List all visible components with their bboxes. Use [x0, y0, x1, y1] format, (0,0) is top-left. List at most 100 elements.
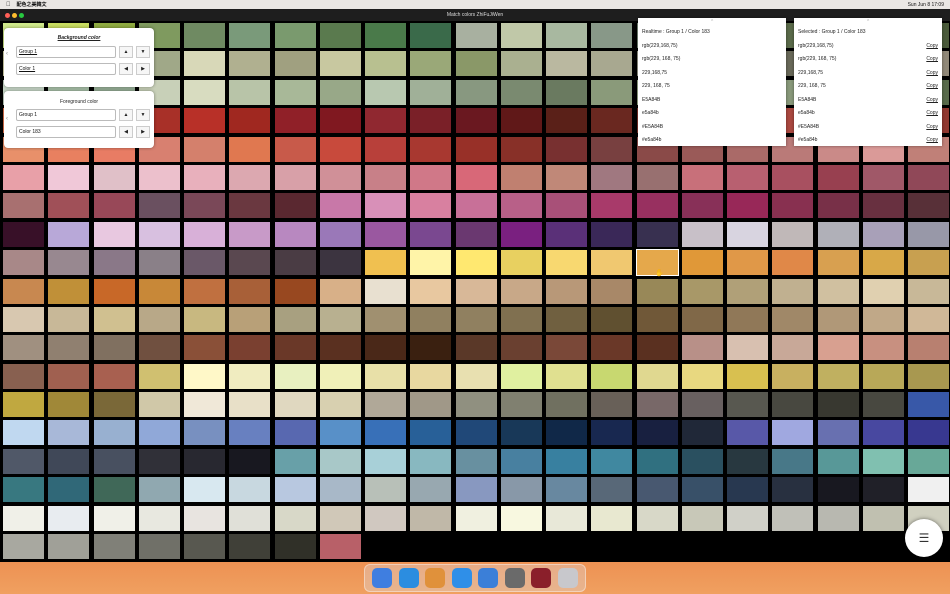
- color-swatch[interactable]: [138, 164, 180, 190]
- chevron-up-icon[interactable]: ⌃: [866, 19, 870, 25]
- color-swatch[interactable]: [591, 250, 633, 276]
- color-swatch[interactable]: [3, 505, 44, 531]
- color-swatch[interactable]: [681, 477, 723, 503]
- color-swatch[interactable]: [184, 505, 225, 531]
- color-swatch[interactable]: [93, 477, 135, 503]
- color-swatch[interactable]: [184, 221, 225, 247]
- color-swatch[interactable]: [319, 164, 361, 190]
- color-swatch[interactable]: [500, 278, 542, 304]
- copy-button[interactable]: Copy: [926, 83, 938, 89]
- color-swatch[interactable]: [229, 136, 271, 162]
- color-swatch[interactable]: [546, 278, 587, 304]
- color-swatch[interactable]: [681, 505, 723, 531]
- color-swatch[interactable]: [500, 136, 542, 162]
- color-swatch[interactable]: [319, 392, 361, 418]
- chevron-left-icon[interactable]: ‹: [6, 51, 8, 57]
- color-swatch[interactable]: [365, 250, 406, 276]
- color-swatch[interactable]: [727, 221, 768, 247]
- color-swatch[interactable]: [365, 108, 406, 134]
- color-swatch[interactable]: [184, 136, 225, 162]
- safari-icon[interactable]: [398, 568, 419, 588]
- color-swatch[interactable]: [319, 193, 361, 219]
- xcode-icon[interactable]: [478, 568, 499, 588]
- color-swatch[interactable]: [93, 250, 135, 276]
- color-swatch[interactable]: [138, 335, 180, 361]
- color-swatch[interactable]: [455, 420, 497, 446]
- realtime-value-rgb-spaced[interactable]: rgb(229, 168, 75): [642, 56, 680, 62]
- color-swatch[interactable]: [184, 392, 225, 418]
- color-swatch[interactable]: [229, 164, 271, 190]
- color-swatch[interactable]: [184, 420, 225, 446]
- color-swatch[interactable]: [93, 534, 135, 560]
- color-swatch[interactable]: [681, 392, 723, 418]
- color-swatch[interactable]: [365, 363, 406, 389]
- color-swatch[interactable]: [727, 278, 768, 304]
- color-swatch[interactable]: [908, 420, 949, 446]
- color-swatch[interactable]: [229, 505, 271, 531]
- color-swatch[interactable]: [862, 306, 904, 332]
- color-swatch[interactable]: [365, 51, 406, 77]
- color-swatch[interactable]: [48, 221, 90, 247]
- color-swatch[interactable]: [274, 392, 316, 418]
- color-swatch[interactable]: [546, 164, 587, 190]
- color-swatch[interactable]: [591, 278, 633, 304]
- color-swatch[interactable]: [455, 335, 497, 361]
- color-swatch[interactable]: [591, 79, 633, 105]
- color-swatch[interactable]: [93, 335, 135, 361]
- color-swatch[interactable]: [862, 363, 904, 389]
- color-swatch[interactable]: [93, 306, 135, 332]
- color-swatch[interactable]: [546, 136, 587, 162]
- color-swatch[interactable]: [184, 448, 225, 474]
- color-swatch[interactable]: [138, 363, 180, 389]
- color-swatch[interactable]: [727, 392, 768, 418]
- color-swatch[interactable]: [229, 79, 271, 105]
- color-swatch[interactable]: [908, 164, 949, 190]
- background-color-next-button[interactable]: ▶: [136, 63, 150, 75]
- color-swatch[interactable]: [455, 477, 497, 503]
- color-swatch[interactable]: [862, 193, 904, 219]
- color-swatch[interactable]: [365, 392, 406, 418]
- color-swatch[interactable]: [862, 420, 904, 446]
- color-swatch[interactable]: [862, 477, 904, 503]
- color-swatch[interactable]: [48, 278, 90, 304]
- color-swatch[interactable]: [772, 420, 814, 446]
- color-swatch[interactable]: [365, 136, 406, 162]
- color-swatch[interactable]: [817, 164, 859, 190]
- color-swatch[interactable]: [184, 108, 225, 134]
- color-swatch[interactable]: [184, 51, 225, 77]
- color-swatch[interactable]: [48, 193, 90, 219]
- color-swatch[interactable]: [636, 505, 678, 531]
- color-swatch[interactable]: [93, 505, 135, 531]
- color-swatch[interactable]: [410, 505, 452, 531]
- copy-button[interactable]: Copy: [926, 137, 938, 143]
- color-swatch[interactable]: [681, 306, 723, 332]
- color-swatch[interactable]: [772, 306, 814, 332]
- color-swatch[interactable]: [455, 505, 497, 531]
- color-swatch[interactable]: [3, 278, 44, 304]
- color-swatch[interactable]: [908, 250, 949, 276]
- color-swatch[interactable]: [229, 363, 271, 389]
- color-swatch[interactable]: [500, 23, 542, 48]
- color-swatch[interactable]: [772, 335, 814, 361]
- color-swatch[interactable]: [48, 420, 90, 446]
- color-swatch[interactable]: [817, 363, 859, 389]
- color-swatch[interactable]: [546, 221, 587, 247]
- color-swatch[interactable]: [546, 392, 587, 418]
- color-swatch[interactable]: [908, 363, 949, 389]
- color-swatch[interactable]: [229, 306, 271, 332]
- color-swatch[interactable]: [410, 363, 452, 389]
- color-swatch[interactable]: [48, 164, 90, 190]
- color-swatch[interactable]: [591, 164, 633, 190]
- color-swatch[interactable]: [184, 306, 225, 332]
- color-swatch[interactable]: [410, 79, 452, 105]
- color-swatch[interactable]: [681, 420, 723, 446]
- background-color-prev-button[interactable]: ◀: [119, 63, 133, 75]
- color-swatch[interactable]: [727, 420, 768, 446]
- color-swatch[interactable]: [138, 250, 180, 276]
- color-swatch[interactable]: [410, 51, 452, 77]
- color-swatch[interactable]: [727, 335, 768, 361]
- color-swatch[interactable]: [727, 448, 768, 474]
- color-swatch[interactable]: [546, 79, 587, 105]
- color-swatch[interactable]: [908, 335, 949, 361]
- color-swatch[interactable]: [274, 306, 316, 332]
